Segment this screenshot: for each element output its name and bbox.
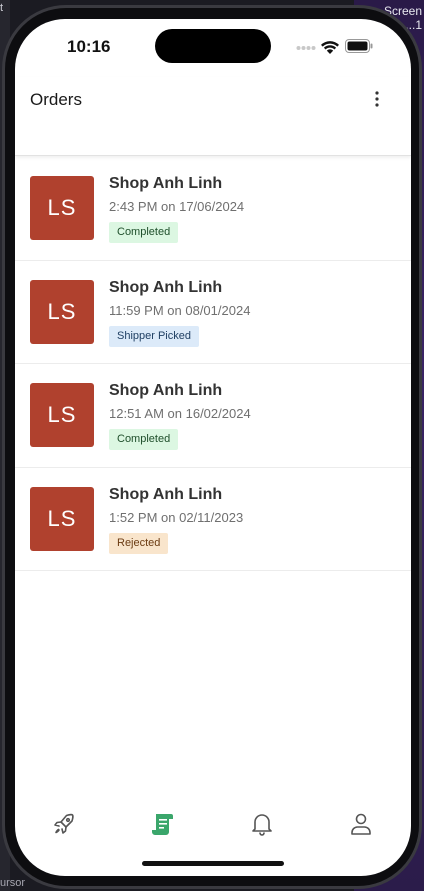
status-badge: Completed [109, 222, 179, 243]
status-time: 10:16 [67, 37, 111, 56]
shop-avatar: LS [30, 383, 94, 447]
avatar-initials: LS [47, 402, 77, 427]
tab-explore[interactable] [50, 810, 78, 838]
shop-name: Shop Anh Linh [109, 278, 223, 296]
bell-icon [252, 814, 272, 836]
tab-orders[interactable] [149, 810, 177, 838]
tab-notifications[interactable] [248, 810, 276, 838]
orders-receipt-icon [152, 814, 173, 835]
orders-header: Orders [15, 77, 411, 156]
status-badge: Rejected [109, 532, 169, 554]
avatar-initials: LS [47, 298, 77, 324]
background-bottom-label: ursor [0, 877, 26, 889]
status-badge: Completed [109, 429, 179, 450]
avatar-initials: LS [47, 195, 77, 220]
orders-list: LS Shop Anh Linh 2:43 PM on 17/06/2024 C… [15, 157, 411, 571]
status-bar: 10:16 [15, 19, 411, 77]
order-row[interactable]: LS Shop Anh Linh 11:59 PM on 08/01/2024 … [15, 261, 411, 364]
shop-name: Shop Anh Linh [109, 485, 223, 503]
order-time: 2:43 PM on 17/06/2024 [109, 199, 245, 214]
shop-avatar: LS [30, 486, 94, 551]
order-time: 11:59 PM on 08/01/2024 [109, 302, 251, 318]
order-row[interactable]: LS Shop Anh Linh 2:43 PM on 17/06/2024 C… [15, 157, 411, 261]
shop-name: Shop Anh Linh [109, 382, 223, 399]
profile-icon [351, 813, 371, 835]
status-badge: Shipper Picked [109, 325, 199, 347]
more-vertical-icon [375, 91, 379, 107]
shop-name: Shop Anh Linh [109, 175, 223, 192]
dynamic-island [155, 29, 271, 63]
more-options-button[interactable] [365, 87, 389, 111]
battery-icon [345, 39, 373, 53]
cellular-signal-icon [296, 46, 316, 50]
wifi-icon [321, 41, 339, 54]
order-time: 1:52 PM on 02/11/2023 [109, 509, 244, 525]
order-row[interactable]: LS Shop Anh Linh 12:51 AM on 16/02/2024 … [15, 364, 411, 468]
tab-profile[interactable] [347, 810, 375, 838]
home-indicator[interactable] [142, 861, 284, 866]
rocket-icon [54, 813, 74, 834]
page-title: Orders [30, 90, 82, 109]
order-time: 12:51 AM on 16/02/2024 [109, 406, 251, 421]
avatar-initials: LS [47, 505, 77, 531]
app-screen: 10:16 Orders LS Shop Anh Linh 2:43 PM on… [15, 19, 411, 876]
bottom-tab-bar [15, 801, 411, 846]
shop-avatar: LS [30, 176, 94, 240]
order-row[interactable]: LS Shop Anh Linh 1:52 PM on 02/11/2023 R… [15, 468, 411, 571]
shop-avatar: LS [30, 279, 94, 344]
background-left-label: t [0, 2, 4, 14]
